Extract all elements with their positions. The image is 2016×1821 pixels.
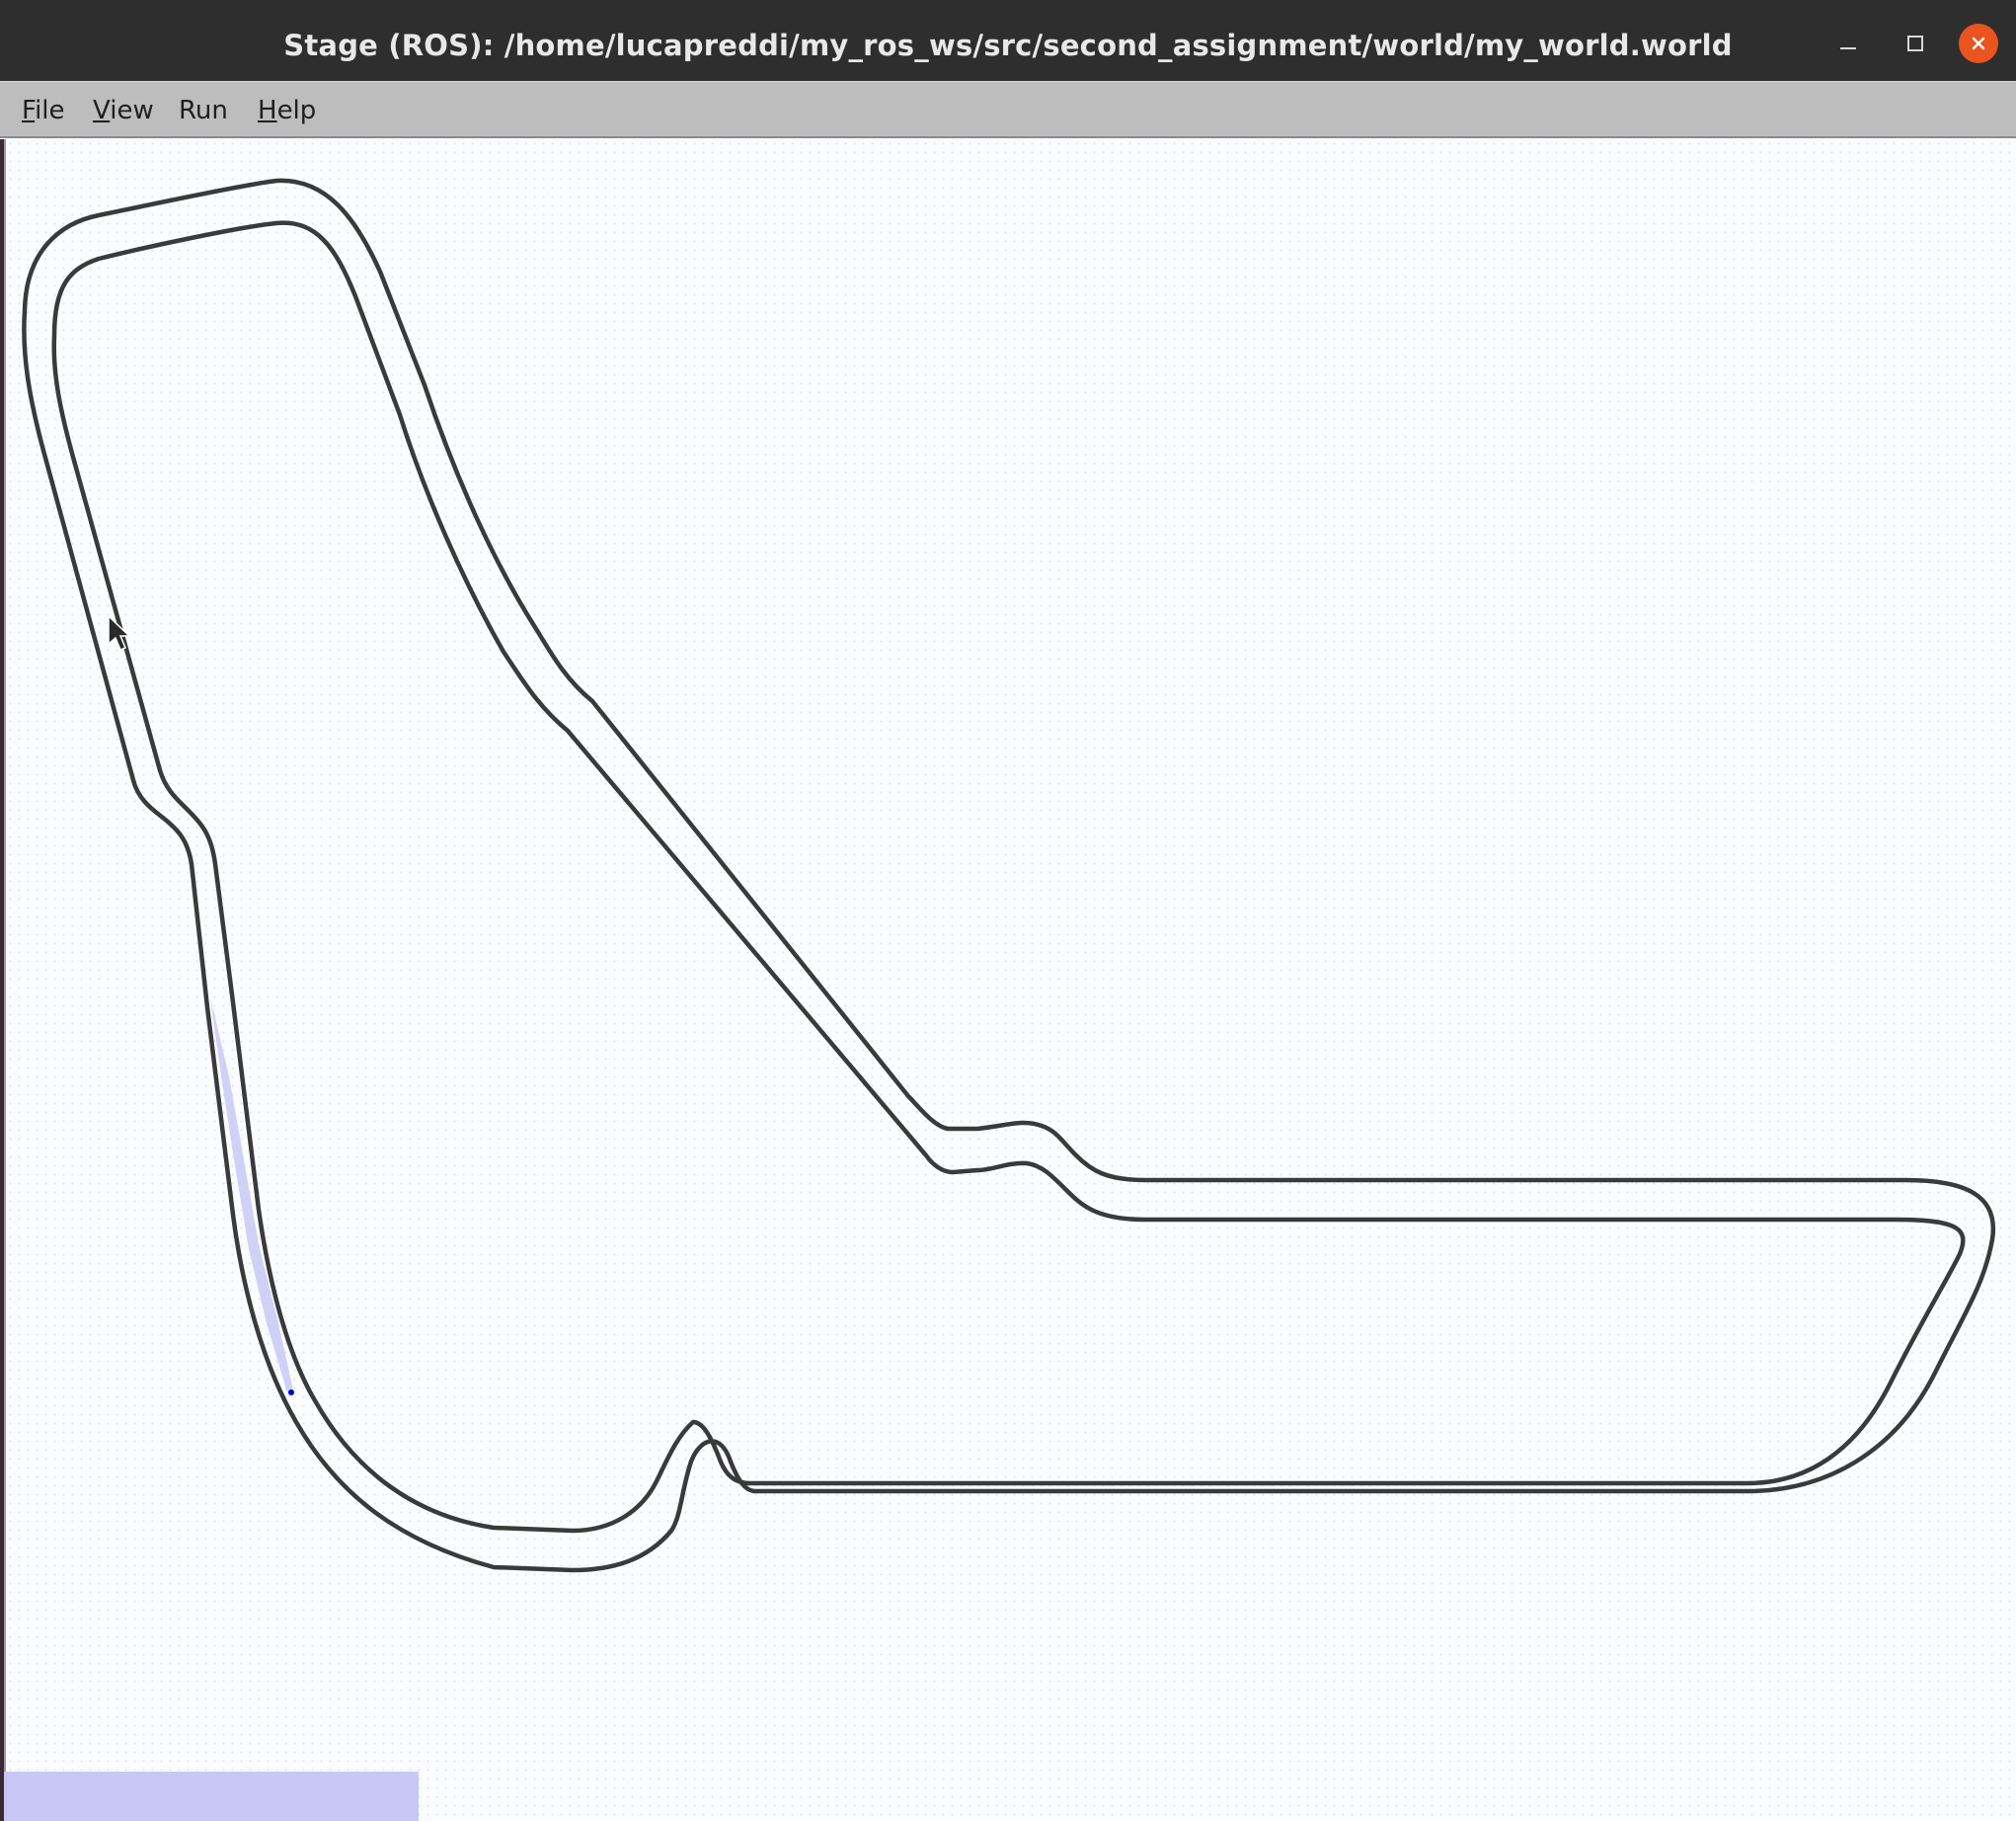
inner-track-wall [51,220,1966,1534]
status-bar [4,1772,419,1821]
track-map [22,178,1996,1573]
robot[interactable] [288,1389,294,1395]
mouse-pointer-icon [107,614,132,658]
stage-window: Stage (ROS): /home/lucapreddi/my_ros_ws/… [0,0,2016,1821]
laser-scan [210,997,293,1392]
outer-track-wall [22,178,1996,1573]
